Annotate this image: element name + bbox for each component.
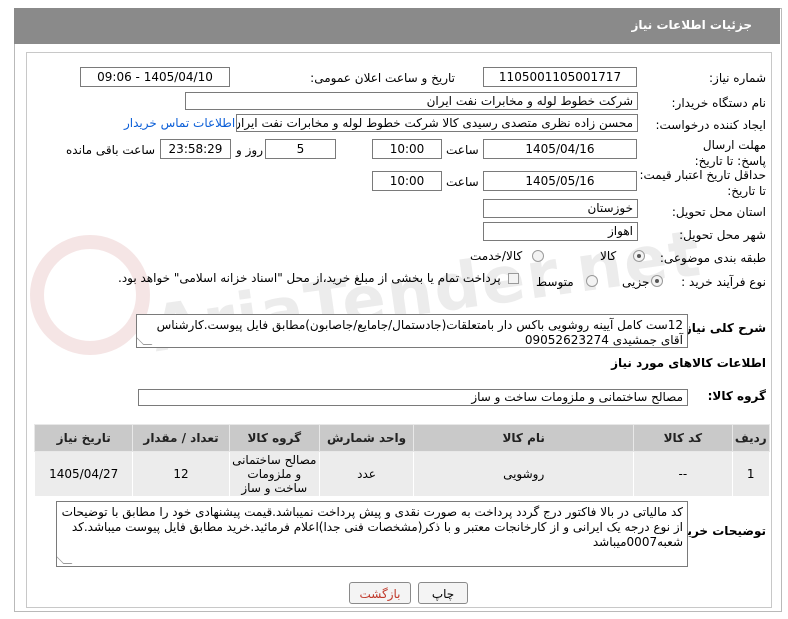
cell-unit: عدد [318, 451, 415, 497]
description-text: 12ست کامل آیینه روشویی باکس دار بامتعلقا… [156, 318, 683, 347]
category-goods-service-radio[interactable] [532, 250, 544, 262]
validity-date-field: 1405/05/16 [483, 171, 637, 191]
remaining-label: ساعت باقی مانده [66, 143, 156, 157]
process-medium-label: متوسط [536, 275, 574, 289]
province-label: استان محل تحویل: [671, 205, 766, 219]
buyer-notes-text: کد مالیاتی در بالا فاکتور درج گردد پرداخ… [61, 505, 683, 549]
cell-row: 1 [731, 451, 770, 497]
col-name: نام کالا [413, 424, 635, 452]
deadline-time-label: ساعت [446, 143, 479, 157]
print-button[interactable]: چاپ [418, 582, 468, 604]
col-unit: واحد شمارش [318, 424, 415, 452]
city-field: اهواز [483, 222, 638, 241]
need-number-label: شماره نیاز: [709, 71, 766, 85]
buyer-org-label: نام دستگاه خریدار: [671, 96, 767, 110]
remaining-time-field: 23:58:29 [160, 139, 231, 159]
description-textarea: 12ست کامل آیینه روشویی باکس دار بامتعلقا… [136, 314, 688, 348]
treasury-payment-note: پرداخت تمام یا بخشی از مبلغ خرید،از محل … [118, 271, 501, 285]
page-title: جزئیات اطلاعات نیاز [631, 18, 752, 32]
category-goods-radio[interactable] [633, 250, 645, 262]
validity-label: حداقل تاریخ اعتبار قیمت: تا تاریخ: [639, 168, 766, 198]
resize-handle-icon [57, 555, 73, 564]
table-row: 1 -- روشویی عدد مصالح ساختمانی و ملزومات… [33, 451, 770, 497]
announce-field: 1405/04/10 - 09:06 [80, 67, 230, 87]
buyer-notes-textarea: کد مالیاتی در بالا فاکتور درج گردد پرداخ… [56, 501, 688, 567]
deadline-label: مهلت ارسال پاسخ: تا تاریخ: [694, 138, 766, 168]
col-date: تاریخ نیاز [33, 424, 134, 452]
description-label: شرح کلی نیاز: [680, 321, 766, 335]
deadline-date-field: 1405/04/16 [483, 139, 637, 159]
deadline-time-field: 10:00 [372, 139, 442, 159]
items-table: ردیف کد کالا نام کالا واحد شمارش گروه کا… [33, 424, 770, 497]
goods-group-label: گروه کالا: [707, 389, 766, 403]
validity-time-field: 10:00 [372, 171, 442, 191]
city-label: شهر محل تحویل: [679, 228, 766, 242]
col-qty: تعداد / مقدار [132, 424, 230, 452]
table-header-row: ردیف کد کالا نام کالا واحد شمارش گروه کا… [33, 424, 770, 452]
page-header: جزئیات اطلاعات نیاز [14, 8, 780, 44]
col-row: ردیف [731, 424, 770, 452]
validity-time-label: ساعت [446, 175, 479, 189]
creator-field: محسن زاده نظری متصدی رسیدی کالا شرکت خطو… [236, 114, 638, 132]
need-number-field: 1105001105001717 [483, 67, 637, 87]
category-goods-service-label: کالا/خدمت [470, 249, 523, 263]
days-label: روز و [236, 143, 263, 157]
days-field: 5 [265, 139, 336, 159]
announce-label: تاریخ و ساعت اعلان عمومی: [310, 71, 455, 85]
process-partial-label: جزیی [622, 275, 650, 289]
col-group: گروه کالا [228, 424, 320, 452]
resize-handle-icon [137, 336, 153, 345]
category-label: طبقه بندی موضوعی: [659, 251, 766, 265]
buyer-contact-link[interactable]: اطلاعات تماس خریدار [124, 116, 235, 130]
cell-qty: 12 [132, 451, 230, 497]
cell-code: -- [633, 451, 733, 497]
cell-name: روشویی [413, 451, 635, 497]
process-label: نوع فرآیند خرید : [681, 275, 766, 289]
cell-date: 1405/04/27 [33, 451, 134, 497]
treasury-payment-checkbox[interactable] [508, 273, 519, 284]
process-medium-radio[interactable] [586, 275, 598, 287]
province-field: خوزستان [483, 199, 638, 218]
goods-group-field: مصالح ساختمانی و ملزومات ساخت و ساز [138, 389, 688, 406]
process-partial-radio[interactable] [651, 275, 663, 287]
back-button[interactable]: بازگشت [349, 582, 411, 604]
creator-label: ایجاد کننده درخواست: [655, 118, 766, 132]
cell-group: مصالح ساختمانی و ملزومات ساخت و ساز [228, 451, 320, 497]
buyer-org-field: شرکت خطوط لوله و مخابرات نفت ایران [185, 92, 638, 110]
category-goods-label: کالا [600, 249, 617, 263]
col-code: کد کالا [633, 424, 733, 452]
goods-info-title: اطلاعات کالاهای مورد نیاز [611, 356, 766, 370]
